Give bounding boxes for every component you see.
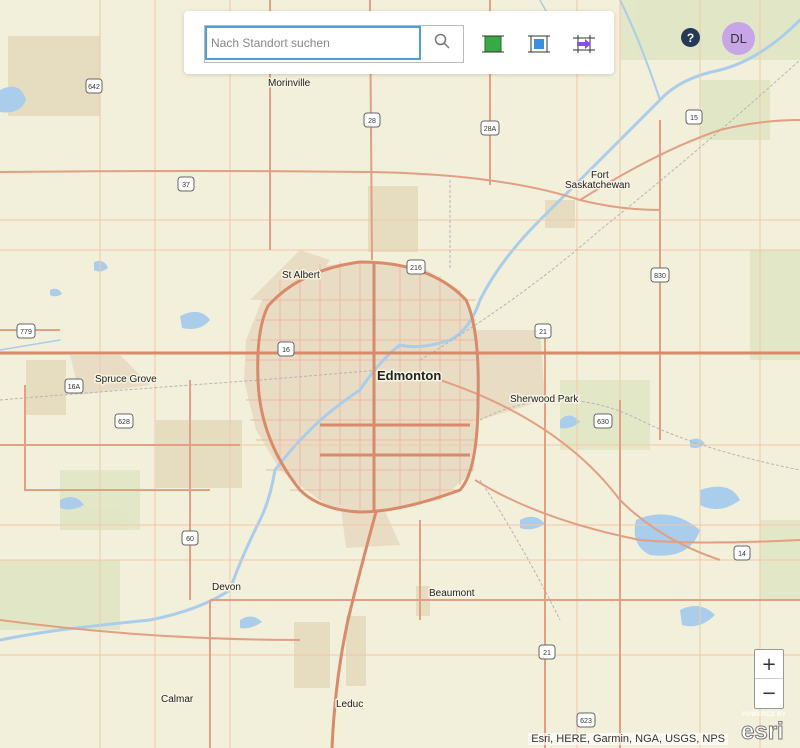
svg-text:628: 628: [118, 419, 130, 426]
place-label-sherwood-park: Sherwood Park: [510, 394, 579, 405]
purple-arrow-icon: [573, 35, 595, 53]
place-label-saskatchewan: Saskatchewan: [565, 180, 630, 191]
svg-text:14: 14: [738, 551, 746, 558]
green-square-icon: [482, 35, 504, 53]
svg-text:830: 830: [654, 273, 666, 280]
user-avatar[interactable]: DL: [722, 22, 755, 55]
place-label-spruce-grove: Spruce Grove: [95, 374, 157, 385]
esri-wordmark: esri: [741, 718, 785, 746]
svg-text:28: 28: [368, 118, 376, 125]
search-input[interactable]: [205, 26, 421, 60]
help-button[interactable]: ?: [681, 28, 700, 47]
place-label-beaumont: Beaumont: [429, 588, 475, 599]
place-label-edmonton: Edmonton: [377, 368, 441, 383]
svg-text:779: 779: [20, 329, 32, 336]
select-extent-tool-button[interactable]: [528, 33, 550, 55]
svg-text:216: 216: [410, 265, 422, 272]
map-toolbar: [184, 11, 614, 74]
place-label-devon: Devon: [212, 582, 241, 593]
place-label-st-albert: St Albert: [282, 270, 320, 281]
place-label-morinville: Morinville: [268, 78, 311, 89]
zoom-controls: + −: [754, 649, 784, 709]
svg-text:28A: 28A: [484, 126, 497, 133]
map-canvas[interactable]: 642 28 28A 37 15 216 779 16 21 16A 628 6…: [0, 0, 800, 748]
svg-text:15: 15: [690, 115, 698, 122]
search-icon: [434, 33, 450, 54]
svg-text:16A: 16A: [68, 384, 81, 391]
draw-area-tool-button[interactable]: [482, 33, 504, 55]
export-tool-button[interactable]: [573, 33, 595, 55]
user-initials: DL: [730, 31, 747, 46]
svg-text:60: 60: [186, 536, 194, 543]
help-icon: ?: [686, 30, 695, 45]
place-label-leduc: Leduc: [336, 699, 363, 710]
svg-text:21: 21: [539, 329, 547, 336]
map-attribution[interactable]: Esri, HERE, Garmin, NGA, USGS, NPS: [528, 733, 728, 745]
location-search: [204, 25, 464, 63]
svg-text:623: 623: [580, 718, 592, 725]
svg-text:642: 642: [88, 84, 100, 91]
blue-square-icon: [528, 35, 550, 53]
svg-text:16: 16: [282, 347, 290, 354]
search-button[interactable]: [421, 26, 463, 60]
svg-text:21: 21: [543, 650, 551, 657]
svg-text:630: 630: [597, 419, 609, 426]
zoom-out-button[interactable]: −: [755, 679, 783, 707]
place-label-calmar: Calmar: [161, 694, 194, 705]
zoom-in-button[interactable]: +: [755, 650, 783, 679]
svg-text:37: 37: [182, 182, 190, 189]
